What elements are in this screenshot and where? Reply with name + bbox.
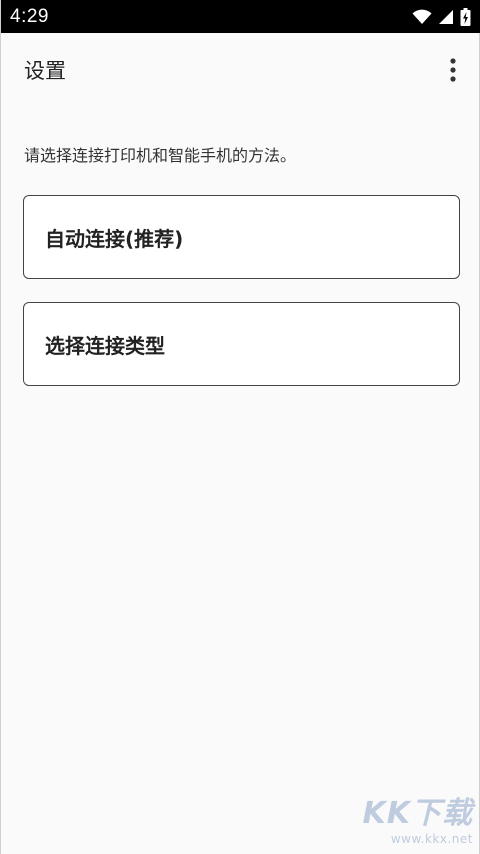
wifi-icon: [412, 9, 432, 25]
more-vert-icon: [450, 58, 456, 82]
signal-icon: [438, 9, 454, 25]
status-bar: 4:29: [1, 0, 480, 33]
app-bar: 设置: [1, 33, 480, 107]
page-title: 设置: [24, 59, 66, 83]
status-time: 4:29: [10, 5, 49, 27]
overflow-menu-button[interactable]: [441, 50, 465, 90]
watermark-url: www.kkx.net: [390, 832, 473, 846]
select-connection-type-button[interactable]: 选择连接类型: [23, 302, 460, 386]
auto-connect-button[interactable]: 自动连接(推荐): [23, 195, 460, 279]
auto-connect-label: 自动连接(推荐): [45, 226, 184, 251]
screen: 4:29 设置 请选择连接打印机和智能手机的方法。 自动连接(推荐) 选择连接类…: [0, 0, 480, 854]
status-icons: [412, 7, 471, 26]
select-connection-type-label: 选择连接类型: [45, 333, 165, 358]
description-text: 请选择连接打印机和智能手机的方法。: [24, 146, 297, 165]
battery-charging-icon: [460, 7, 471, 26]
watermark-logo: KK下载 www.kkx.net: [353, 796, 473, 850]
watermark-text: KK下载: [362, 796, 473, 831]
